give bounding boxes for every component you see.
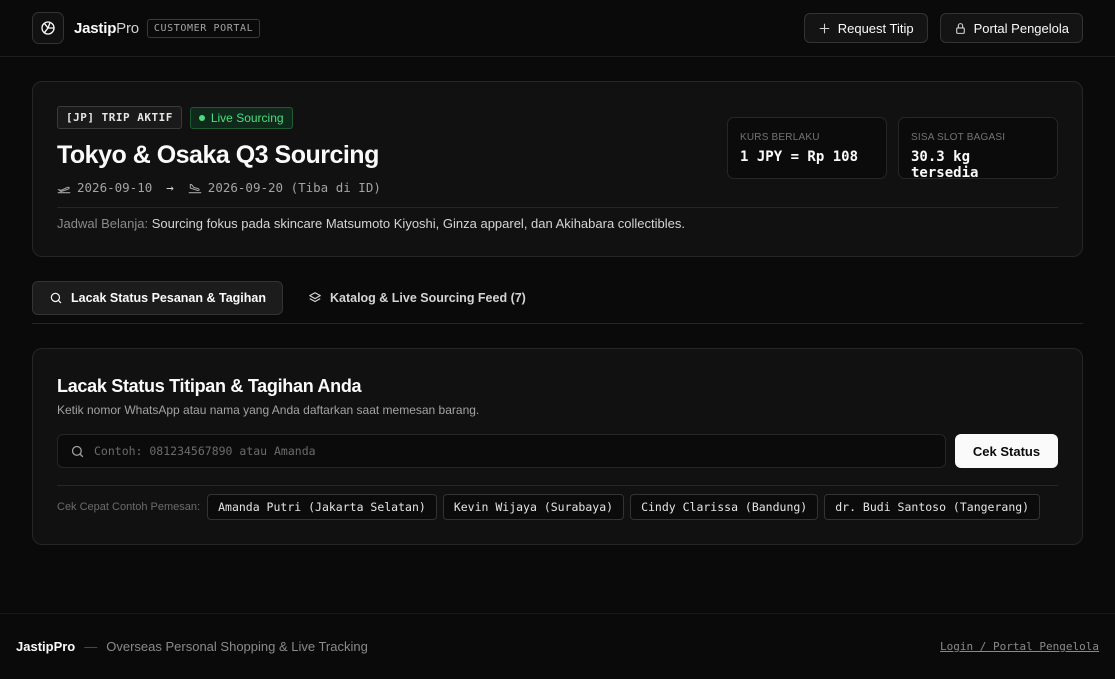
plane-landing-icon (188, 183, 202, 193)
tab-bar: Lacak Status Pesanan & Tagihan Katalog &… (32, 281, 1083, 324)
tab-track-orders[interactable]: Lacak Status Pesanan & Tagihan (32, 281, 283, 315)
search-field[interactable] (57, 434, 946, 468)
live-sourcing-label: Live Sourcing (210, 110, 284, 125)
footer-tagline: Overseas Personal Shopping & Live Tracki… (106, 639, 368, 654)
schedule-text: Sourcing fokus pada skincare Matsumoto K… (151, 216, 685, 231)
trip-dates: 2026-09-10 → 2026-09-20 (Tiba di ID) (57, 180, 1058, 195)
portal-pengelola-button[interactable]: Portal Pengelola (939, 13, 1083, 43)
date-arrow: → (166, 180, 174, 195)
request-titip-label: Request Titip (837, 20, 914, 36)
footer-brand: JastipPro (16, 639, 76, 654)
layers-icon (309, 292, 321, 303)
live-dot-icon (198, 114, 205, 121)
search-icon (71, 445, 84, 457)
tab-track-orders-label: Lacak Status Pesanan & Tagihan (71, 291, 266, 305)
plane-takeoff-icon (57, 186, 71, 193)
shopping-schedule: Jadwal Belanja: Sourcing fokus pada skin… (57, 216, 685, 231)
logo-icon[interactable] (32, 12, 64, 44)
luggage-slot-value: 30.3 kg tersedia (911, 149, 979, 181)
request-titip-button[interactable]: Request Titip (803, 13, 928, 43)
active-trip-card: [JP] TRIP AKTIF Live Sourcing Tokyo & Os… (32, 81, 1083, 257)
tracking-subtitle: Ketik nomor WhatsApp atau nama yang Anda… (57, 403, 480, 417)
lock-icon (955, 22, 965, 34)
tab-catalog-feed[interactable]: Katalog & Live Sourcing Feed (7) (291, 281, 543, 315)
arrival-date: 2026-09-20 (Tiba di ID) (207, 180, 381, 195)
quick-example-chip[interactable]: Kevin Wijaya (Surabaya) (442, 494, 625, 520)
exchange-rate-label: KURS BERLAKU (740, 132, 820, 143)
brand-suffix: Pro (116, 19, 139, 37)
exchange-rate-card: KURS BERLAKU 1 JPY = Rp 108 (727, 117, 887, 179)
departure-date: 2026-09-10 (77, 180, 153, 195)
quick-examples: Cek Cepat Contoh Pemesan: Amanda Putri (… (57, 494, 1041, 520)
quick-example-chip[interactable]: dr. Budi Santoso (Tangerang) (824, 494, 1041, 520)
divider (57, 207, 1058, 208)
schedule-label: Jadwal Belanja: (57, 216, 149, 231)
check-status-button[interactable]: Cek Status (955, 434, 1058, 468)
quick-example-chip[interactable]: Amanda Putri (Jakarta Selatan) (207, 494, 437, 520)
trip-status-badge: [JP] TRIP AKTIF (57, 106, 182, 129)
top-header: JastipPro CUSTOMER PORTAL Request Titip … (0, 0, 1115, 57)
brand-name[interactable]: JastipPro (74, 20, 139, 37)
footer-separator: — (84, 639, 98, 654)
tab-catalog-feed-label: Katalog & Live Sourcing Feed (7) (329, 291, 526, 305)
divider (57, 485, 1058, 486)
order-tracking-card: Lacak Status Titipan & Tagihan Anda Keti… (32, 348, 1083, 545)
portal-tag: CUSTOMER PORTAL (146, 18, 261, 38)
exchange-rate-value: 1 JPY = Rp 108 (740, 149, 859, 165)
brand-main: Jastip (74, 19, 117, 37)
tracking-title: Lacak Status Titipan & Tagihan Anda (57, 376, 362, 396)
portal-pengelola-label: Portal Pengelola (973, 20, 1069, 36)
luggage-slot-label: SISA SLOT BAGASI (911, 132, 1006, 143)
plus-icon (819, 23, 830, 33)
footer-login-link[interactable]: Login / Portal Pengelola (940, 640, 1099, 653)
page-footer: JastipPro — Overseas Personal Shopping &… (0, 613, 1115, 679)
search-icon (50, 292, 62, 304)
luggage-slot-card: SISA SLOT BAGASI 30.3 kg tersedia (898, 117, 1058, 181)
live-sourcing-badge: Live Sourcing (189, 106, 293, 129)
quick-examples-label: Cek Cepat Contoh Pemesan: (57, 501, 201, 513)
quick-example-chip[interactable]: Cindy Clarissa (Bandung) (630, 494, 819, 520)
search-input[interactable] (94, 444, 933, 458)
